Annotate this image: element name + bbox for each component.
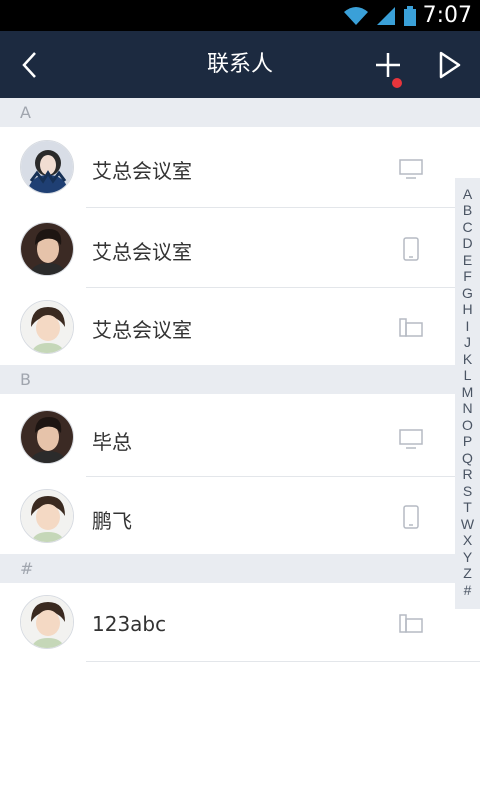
contact-name: 鹏飞	[92, 509, 132, 533]
index-letter[interactable]: Y	[455, 549, 480, 565]
index-letter[interactable]: D	[455, 235, 480, 251]
man-avatar	[20, 410, 74, 464]
contact-name: 艾总会议室	[92, 318, 192, 342]
contact-row[interactable]: 鹏飞	[0, 477, 455, 554]
index-letter[interactable]: F	[455, 268, 480, 284]
index-letter[interactable]: Q	[455, 450, 480, 466]
battery-icon	[403, 5, 416, 26]
signal-icon	[376, 6, 395, 25]
contact-name: 艾总会议室	[92, 159, 192, 183]
index-letter[interactable]: R	[455, 466, 480, 482]
index-letter[interactable]: P	[455, 433, 480, 449]
deskphone-icon	[399, 318, 423, 337]
contact-row[interactable]: 123abc	[0, 583, 480, 662]
phone-icon	[403, 505, 419, 529]
index-letter[interactable]: H	[455, 301, 480, 317]
status-icons: 7:07	[343, 0, 472, 31]
index-letter[interactable]: C	[455, 219, 480, 235]
index-letter[interactable]: T	[455, 499, 480, 515]
contact-row[interactable]: 艾总会议室	[0, 127, 480, 208]
play-button[interactable]	[420, 31, 480, 98]
notification-badge	[392, 78, 402, 88]
child-avatar	[20, 489, 74, 543]
title-bar: 联系人	[0, 31, 480, 98]
index-letter[interactable]: N	[455, 400, 480, 416]
divider	[86, 661, 480, 662]
index-letter[interactable]: S	[455, 483, 480, 499]
section-header-b: B	[0, 365, 480, 394]
add-contact-button[interactable]	[358, 31, 418, 98]
contact-name: 艾总会议室	[92, 240, 192, 264]
contact-row[interactable]: 艾总会议室	[0, 288, 455, 365]
index-letter[interactable]: W	[455, 516, 480, 532]
index-letter[interactable]: L	[455, 367, 480, 383]
plus-icon	[376, 52, 400, 77]
index-letter[interactable]: A	[455, 186, 480, 202]
contact-row[interactable]: 毕总	[0, 394, 480, 477]
child-avatar	[20, 300, 74, 354]
index-letter[interactable]: G	[455, 285, 480, 301]
index-letter[interactable]: J	[455, 334, 480, 350]
section-header-hash: #	[0, 554, 480, 583]
child-avatar	[20, 595, 74, 649]
man-avatar	[20, 222, 74, 276]
clock: 7:07	[422, 3, 472, 28]
index-letter[interactable]: M	[455, 384, 480, 400]
back-button[interactable]	[0, 31, 60, 98]
index-letter[interactable]: O	[455, 417, 480, 433]
index-letter[interactable]: Z	[455, 565, 480, 581]
index-letter[interactable]: K	[455, 351, 480, 367]
wifi-icon	[343, 6, 368, 25]
contact-name: 123abc	[92, 612, 167, 636]
chevron-left-icon	[22, 51, 36, 78]
play-icon	[439, 51, 461, 78]
contact-name: 毕总	[92, 430, 132, 454]
phone-icon	[403, 237, 419, 261]
index-letter[interactable]: E	[455, 252, 480, 268]
index-letter[interactable]: I	[455, 318, 480, 334]
monitor-icon	[399, 429, 423, 449]
index-letter[interactable]: X	[455, 532, 480, 548]
woman-scarf-avatar	[20, 140, 74, 194]
index-letter[interactable]: B	[455, 202, 480, 218]
contact-row[interactable]: 艾总会议室	[0, 208, 480, 288]
monitor-icon	[399, 159, 423, 179]
status-bar: 7:07	[0, 0, 480, 31]
index-letter[interactable]: #	[455, 582, 480, 598]
alphabet-index-bar[interactable]: A B C D E F G H I J K L M N O P Q R S T …	[455, 178, 480, 609]
deskphone-icon	[399, 614, 423, 633]
section-header-a: A	[0, 98, 480, 127]
